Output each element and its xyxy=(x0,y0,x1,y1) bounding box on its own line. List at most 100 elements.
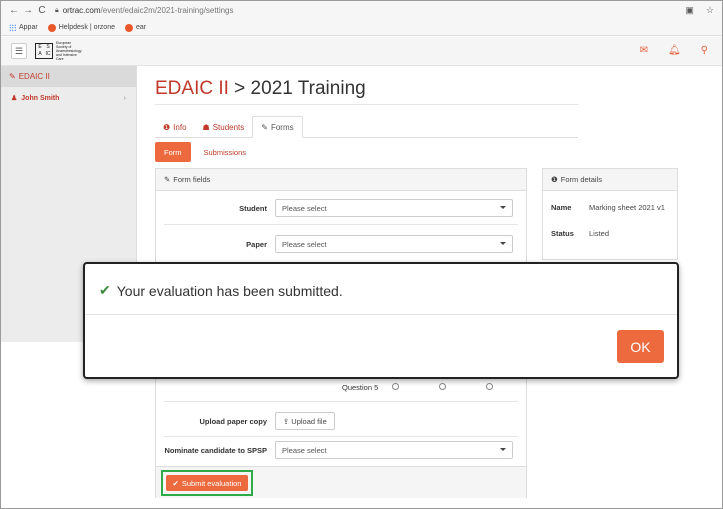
sidebar-item-label: EDAIC II xyxy=(18,72,50,81)
nominate-label: Nominate candidate to SPSP xyxy=(164,445,267,455)
check-icon: ✔ xyxy=(172,478,179,488)
menu-toggle-button[interactable]: ☰ xyxy=(11,43,27,59)
form-details-panel: ❶ Form details Name Marking sheet 2021 v1 … xyxy=(542,168,678,260)
edit-icon: ✎ xyxy=(9,72,16,81)
panel-title: Form details xyxy=(560,175,602,184)
tab-label: Forms xyxy=(270,122,294,132)
paper-row: Paper Please select xyxy=(156,235,526,253)
highlight-box: ✔ Submit evaluation xyxy=(161,470,253,496)
bookmark-label: Helpdesk | orzone xyxy=(58,24,115,31)
esaic-logo[interactable]: E S A IC European Society of Anaesthesio… xyxy=(35,41,85,61)
bookmark-helpdesk[interactable]: Helpdesk | orzone xyxy=(47,23,115,32)
divider xyxy=(155,104,578,105)
pill-submissions[interactable]: Submissions xyxy=(195,142,256,162)
nominate-row: Nominate candidate to SPSP Please select xyxy=(156,441,526,459)
question-5-radio-1[interactable] xyxy=(392,383,399,390)
detail-value: Listed xyxy=(589,229,610,238)
bookmarks-bar: Appar Helpdesk | orzone ear xyxy=(1,20,722,36)
logo-caption: European Society of Anaesthesiology and … xyxy=(56,41,82,61)
question-5-row: Question 5 xyxy=(282,380,522,394)
logo-letter: E xyxy=(38,44,42,50)
detail-name-row: Name Marking sheet 2021 v1 xyxy=(551,203,665,212)
tab-students[interactable]: ☗ Students xyxy=(195,116,253,138)
info-icon: ❶ xyxy=(551,175,558,184)
bookmark-star-icon[interactable]: ☆ xyxy=(706,5,714,16)
student-row: Student Please select xyxy=(156,199,526,217)
detail-key: Name xyxy=(551,203,572,212)
tab-info[interactable]: ❶ Info xyxy=(155,116,195,138)
envelope-icon[interactable]: ✉ xyxy=(640,45,648,56)
caret-down-icon xyxy=(500,206,506,209)
sidebar-item-label: John Smith xyxy=(21,94,60,102)
translate-icon[interactable]: ▣ xyxy=(685,5,694,16)
apps-grid-icon xyxy=(9,24,16,31)
submit-evaluation-button[interactable]: ✔ Submit evaluation xyxy=(166,475,248,491)
url-host: ortrac.com xyxy=(62,6,101,15)
edit-icon: ✎ xyxy=(261,122,268,132)
tab-bar: ❶ Info ☗ Students ✎ Forms xyxy=(155,116,578,138)
ok-button[interactable]: OK xyxy=(617,330,664,363)
bookmark-label: Appar xyxy=(19,24,38,31)
hamburger-icon: ☰ xyxy=(14,46,24,56)
back-button[interactable]: ← xyxy=(7,5,21,16)
question-5-radio-2[interactable] xyxy=(439,383,446,390)
tab-label: Info xyxy=(173,122,187,132)
upload-label: Upload paper copy xyxy=(199,416,267,426)
logo-letter: IC xyxy=(45,51,51,57)
detail-key: Status xyxy=(551,229,574,238)
pill-form[interactable]: Form xyxy=(155,142,191,162)
divider xyxy=(164,401,518,402)
page-title: EDAIC II > 2021 Training xyxy=(155,78,366,100)
select-value: Please select xyxy=(282,445,327,455)
forward-button[interactable]: → xyxy=(21,5,35,16)
sidebar-item-edaic[interactable]: ✎ EDAIC II xyxy=(1,66,136,87)
bookmark-ear[interactable]: ear xyxy=(124,23,147,32)
logo-mark: E S A IC xyxy=(35,43,53,59)
logo-letter: A xyxy=(38,51,42,57)
dialog-text: Your evaluation has been submitted. xyxy=(116,282,343,299)
caret-down-icon xyxy=(500,448,506,451)
divider xyxy=(164,224,518,225)
url-path: /event/edaic2m/2021-training/settings xyxy=(100,6,234,15)
confirmation-dialog: ✔ Your evaluation has been submitted. OK xyxy=(83,262,679,379)
paper-select[interactable]: Please select xyxy=(275,235,513,253)
detail-value: Marking sheet 2021 v1 xyxy=(589,203,665,212)
upload-icon: ⇪ xyxy=(283,416,290,426)
chevron-right-icon: › xyxy=(123,94,126,102)
browser-actions: ▣ ☆ xyxy=(685,5,714,16)
panel-header: ❶ Form details xyxy=(543,169,677,191)
orzone-icon xyxy=(124,23,133,32)
info-icon: ❶ xyxy=(163,122,171,132)
detail-status-row: Status Listed xyxy=(551,229,609,238)
browser-toolbar: ← → C 🔒︎ ortrac.com/event/edaic2m/2021-t… xyxy=(1,1,722,20)
upload-file-button[interactable]: ⇪ Upload file xyxy=(275,412,335,430)
panel-title: Form fields xyxy=(173,175,211,184)
users-icon: ☗ xyxy=(202,122,210,132)
caret-down-icon xyxy=(500,242,506,245)
select-value: Please select xyxy=(282,239,327,249)
bell-icon[interactable]: 🔔︎ xyxy=(668,45,681,56)
logo-letter: S xyxy=(46,44,50,50)
button-label: Upload file xyxy=(291,416,327,426)
edit-icon: ✎ xyxy=(164,175,171,184)
reload-button[interactable]: C xyxy=(35,5,49,16)
question-5-label: Question 5 xyxy=(342,382,379,392)
address-bar[interactable]: ortrac.com/event/edaic2m/2021-training/s… xyxy=(63,6,234,15)
bookmark-apps[interactable]: Appar xyxy=(9,24,38,31)
tab-forms[interactable]: ✎ Forms xyxy=(252,116,303,138)
header-actions: ✉ 🔔︎ ⚲ xyxy=(640,45,708,56)
panel-footer: ✔ Submit evaluation xyxy=(156,466,526,498)
user-icon[interactable]: ⚲ xyxy=(701,45,708,56)
upload-row: Upload paper copy ⇪ Upload file xyxy=(156,412,526,430)
divider xyxy=(85,314,677,315)
tab-label: Students xyxy=(212,122,245,132)
bookmark-label: ear xyxy=(135,24,147,31)
title-brand[interactable]: EDAIC II xyxy=(155,78,229,99)
paper-label: Paper xyxy=(246,239,267,249)
user-icon: ♟ xyxy=(11,95,18,102)
student-select[interactable]: Please select xyxy=(275,199,513,217)
sub-tabs: Form Submissions xyxy=(155,142,255,162)
nominate-select[interactable]: Please select xyxy=(275,441,513,459)
question-5-radio-3[interactable] xyxy=(486,383,493,390)
sidebar-item-user[interactable]: ♟ John Smith › xyxy=(1,87,136,109)
